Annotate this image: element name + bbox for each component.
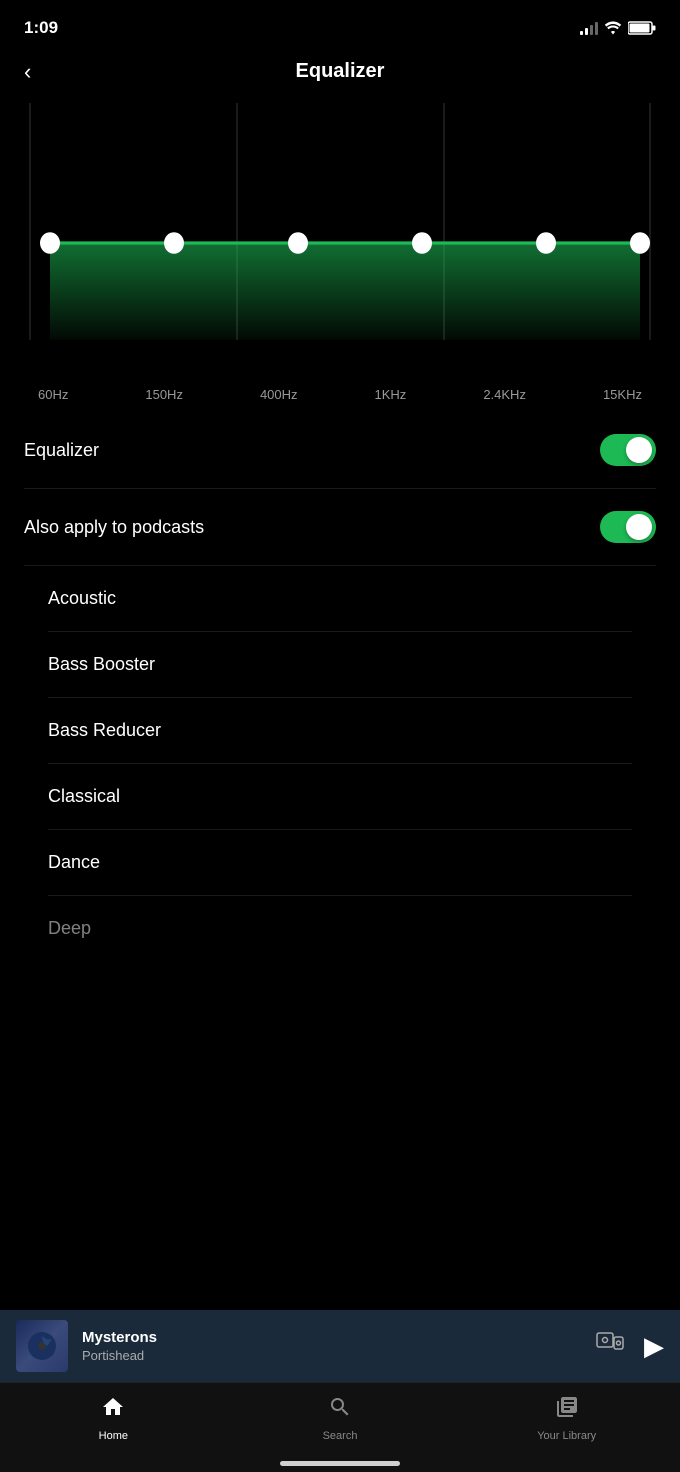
equalizer-toggle[interactable] bbox=[600, 434, 656, 466]
podcast-toggle-label: Also apply to podcasts bbox=[24, 517, 204, 538]
equalizer-toggle-row: Equalizer bbox=[24, 412, 656, 489]
eq-band-dot-5 bbox=[630, 232, 650, 254]
eq-band-dot-0 bbox=[40, 232, 60, 254]
podcast-toggle-row: Also apply to podcasts bbox=[24, 489, 656, 566]
eq-band-dot-1 bbox=[164, 232, 184, 254]
search-icon bbox=[328, 1395, 352, 1426]
podcast-toggle[interactable] bbox=[600, 511, 656, 543]
preset-item-deep[interactable]: Deep bbox=[48, 896, 632, 961]
track-info: Mysterons Portishead bbox=[68, 1329, 596, 1363]
freq-label-3: 1KHz bbox=[375, 387, 407, 402]
track-artist: Portishead bbox=[82, 1348, 596, 1363]
wifi-icon bbox=[604, 21, 622, 35]
status-time: 1:09 bbox=[24, 18, 58, 38]
settings-list: Equalizer Also apply to podcasts Acousti… bbox=[0, 412, 680, 1131]
freq-label-0: 60Hz bbox=[38, 387, 68, 402]
freq-label-4: 2.4KHz bbox=[483, 387, 526, 402]
bottom-nav: Home Search Your Library bbox=[0, 1382, 680, 1472]
nav-label-home: Home bbox=[99, 1430, 128, 1442]
preset-item-bass-reducer[interactable]: Bass Reducer bbox=[48, 698, 632, 764]
battery-icon bbox=[628, 21, 656, 35]
home-indicator bbox=[280, 1461, 400, 1466]
back-button[interactable]: ‹ bbox=[24, 59, 31, 85]
preset-item-bass-booster[interactable]: Bass Booster bbox=[48, 632, 632, 698]
status-bar: 1:09 bbox=[0, 0, 680, 50]
now-playing-bar[interactable]: Mysterons Portishead ▶ bbox=[0, 1310, 680, 1382]
home-icon bbox=[101, 1395, 125, 1426]
equalizer-toggle-label: Equalizer bbox=[24, 440, 99, 461]
eq-graph bbox=[30, 103, 650, 383]
eq-band-dot-4 bbox=[536, 232, 556, 254]
nav-item-library[interactable]: Your Library bbox=[453, 1395, 680, 1442]
signal-icon bbox=[580, 21, 598, 35]
freq-labels: 60Hz 150Hz 400Hz 1KHz 2.4KHz 15KHz bbox=[30, 387, 650, 402]
header: ‹ Equalizer bbox=[0, 50, 680, 103]
freq-label-5: 15KHz bbox=[603, 387, 642, 402]
preset-list: Acoustic Bass Booster Bass Reducer Class… bbox=[24, 566, 656, 961]
eq-band-dot-3 bbox=[412, 232, 432, 254]
eq-chart-container: 60Hz 150Hz 400Hz 1KHz 2.4KHz 15KHz bbox=[0, 103, 680, 402]
eq-band-dot-2 bbox=[288, 232, 308, 254]
now-playing-controls: ▶ bbox=[596, 1331, 664, 1362]
freq-label-2: 400Hz bbox=[260, 387, 298, 402]
nav-item-search[interactable]: Search bbox=[227, 1395, 454, 1442]
track-name: Mysterons bbox=[82, 1329, 596, 1346]
eq-chart[interactable] bbox=[30, 103, 650, 383]
device-connect-icon[interactable] bbox=[596, 1332, 624, 1360]
play-button[interactable]: ▶ bbox=[644, 1331, 664, 1362]
library-icon bbox=[555, 1395, 579, 1426]
nav-label-library: Your Library bbox=[537, 1430, 596, 1442]
status-icons bbox=[580, 21, 656, 35]
freq-label-1: 150Hz bbox=[145, 387, 183, 402]
preset-item-acoustic[interactable]: Acoustic bbox=[48, 566, 632, 632]
preset-item-classical[interactable]: Classical bbox=[48, 764, 632, 830]
album-art bbox=[16, 1320, 68, 1372]
nav-label-search: Search bbox=[323, 1430, 358, 1442]
page-title: Equalizer bbox=[296, 60, 385, 83]
nav-item-home[interactable]: Home bbox=[0, 1395, 227, 1442]
preset-item-dance[interactable]: Dance bbox=[48, 830, 632, 896]
